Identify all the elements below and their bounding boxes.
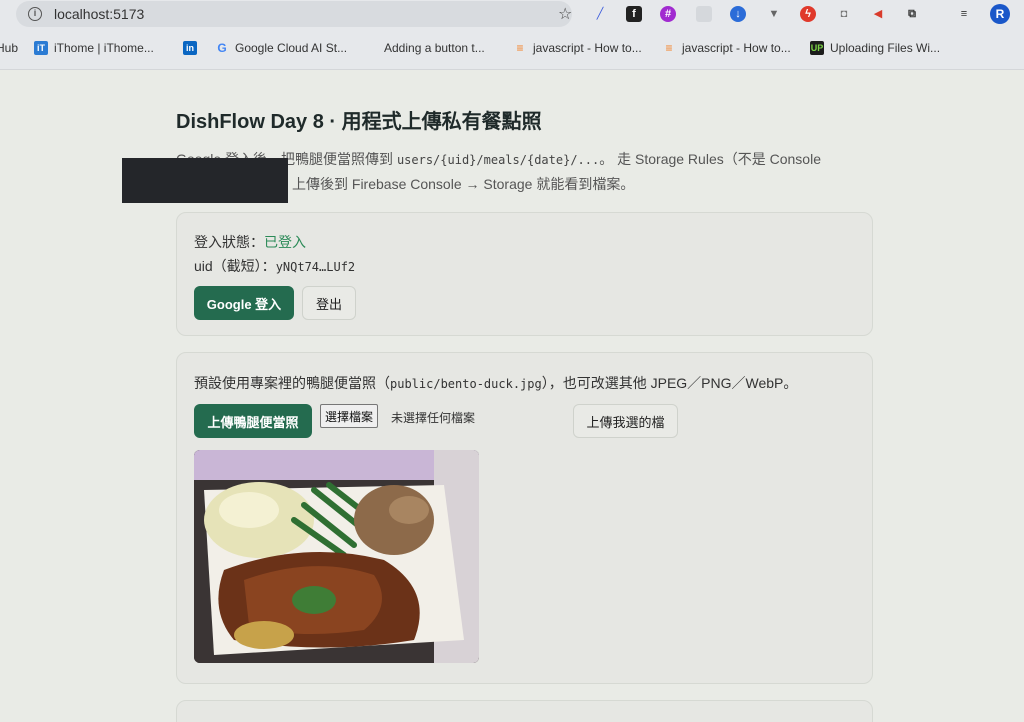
reading-list-icon[interactable]: ≡ [956, 6, 972, 22]
bookmark-github[interactable]: Hub [0, 41, 18, 55]
upload-selected-button[interactable]: 上傳我選的檔 [573, 404, 678, 438]
bookmark-ithome[interactable]: iT iThome | iThome... [34, 41, 154, 55]
grid-extension-icon[interactable]: # [660, 6, 676, 22]
redaction-block [122, 158, 288, 203]
ithome-icon: iT [34, 41, 48, 55]
page-title: DishFlow Day 8 · 用程式上傳私有餐點照 [176, 111, 542, 133]
formula-extension-icon[interactable]: f [626, 6, 642, 22]
blank-extension-icon[interactable] [696, 6, 712, 22]
bookmark-uploading-files[interactable]: UP Uploading Files Wi... [810, 41, 940, 55]
megaphone-extension-icon[interactable]: ◀ [870, 6, 886, 22]
page-content: DishFlow Day 8 · 用程式上傳私有餐點照 Google 登入後，把… [0, 71, 1024, 722]
uid-value: yNQt74…LUf2 [275, 260, 356, 274]
next-card [176, 700, 873, 722]
auth-status: 登入狀態：已登入 [194, 234, 306, 250]
google-login-button[interactable]: Google 登入 [194, 286, 294, 320]
bookmarks-bar: Hub iT iThome | iThome... in G Google Clou… [0, 30, 1024, 70]
bookmark-js-howto-2[interactable]: ≡ javascript - How to... [662, 41, 790, 55]
choose-file-button[interactable]: 選擇檔案 [320, 404, 379, 428]
pen-extension-icon[interactable]: ╱ [592, 6, 608, 22]
vue-extension-icon[interactable]: ▼ [766, 6, 782, 22]
site-info-icon[interactable]: i [28, 7, 42, 21]
bookmark-google-cloud[interactable]: G Google Cloud AI St... [215, 41, 347, 55]
upload-intro: 預設使用專案裡的鴨腿便當照（public/bento-duck.jpg），也可改… [194, 375, 798, 391]
linkedin-icon: in [183, 41, 197, 55]
upload-site-icon: UP [810, 41, 824, 55]
address-bar[interactable]: i localhost:5173 ☆ [16, 1, 572, 27]
profile-avatar[interactable]: R [990, 4, 1010, 24]
file-status: 未選擇任何檔案 [391, 411, 476, 425]
status-value: 已登入 [264, 234, 306, 250]
google-icon: G [217, 41, 227, 55]
auth-card: 登入狀態：已登入 uid（截短）：yNQt74…LUf2 Google 登入 登… [176, 212, 873, 336]
download-extension-icon[interactable]: ↓ [730, 6, 746, 22]
bookmark-adding-button[interactable]: Adding a button t... [384, 41, 485, 55]
stackoverflow-icon: ≡ [665, 41, 673, 55]
url-text: localhost:5173 [54, 6, 145, 22]
bookmark-linkedin[interactable]: in [183, 41, 203, 55]
upload-card: 預設使用專案裡的鴨腿便當照（public/bento-duck.jpg），也可改… [176, 352, 873, 684]
camera-extension-icon[interactable]: ◘ [836, 6, 852, 22]
default-file-path: public/bento-duck.jpg [390, 377, 542, 391]
bookmark-star-icon[interactable]: ☆ [558, 4, 572, 24]
flash-extension-icon[interactable]: ϟ [800, 6, 816, 22]
logout-button[interactable]: 登出 [302, 286, 356, 320]
upload-default-button[interactable]: 上傳鴨腿便當照 [194, 404, 312, 438]
storage-path: users/{uid}/meals/{date}/... [396, 153, 600, 167]
uid-line: uid（截短）：yNQt74…LUf2 [194, 258, 356, 274]
bookmark-js-howto-1[interactable]: ≡ javascript - How to... [513, 41, 641, 55]
puzzle-extensions-icon[interactable]: ⧉ [904, 6, 920, 22]
bento-photo-image [194, 450, 479, 663]
bento-photo [194, 450, 479, 663]
browser-toolbar: i localhost:5173 ☆ ╱ f # ↓ ▼ ϟ ◘ ◀ ⧉ ≡ R [0, 0, 1024, 30]
stackoverflow-icon: ≡ [516, 41, 524, 55]
